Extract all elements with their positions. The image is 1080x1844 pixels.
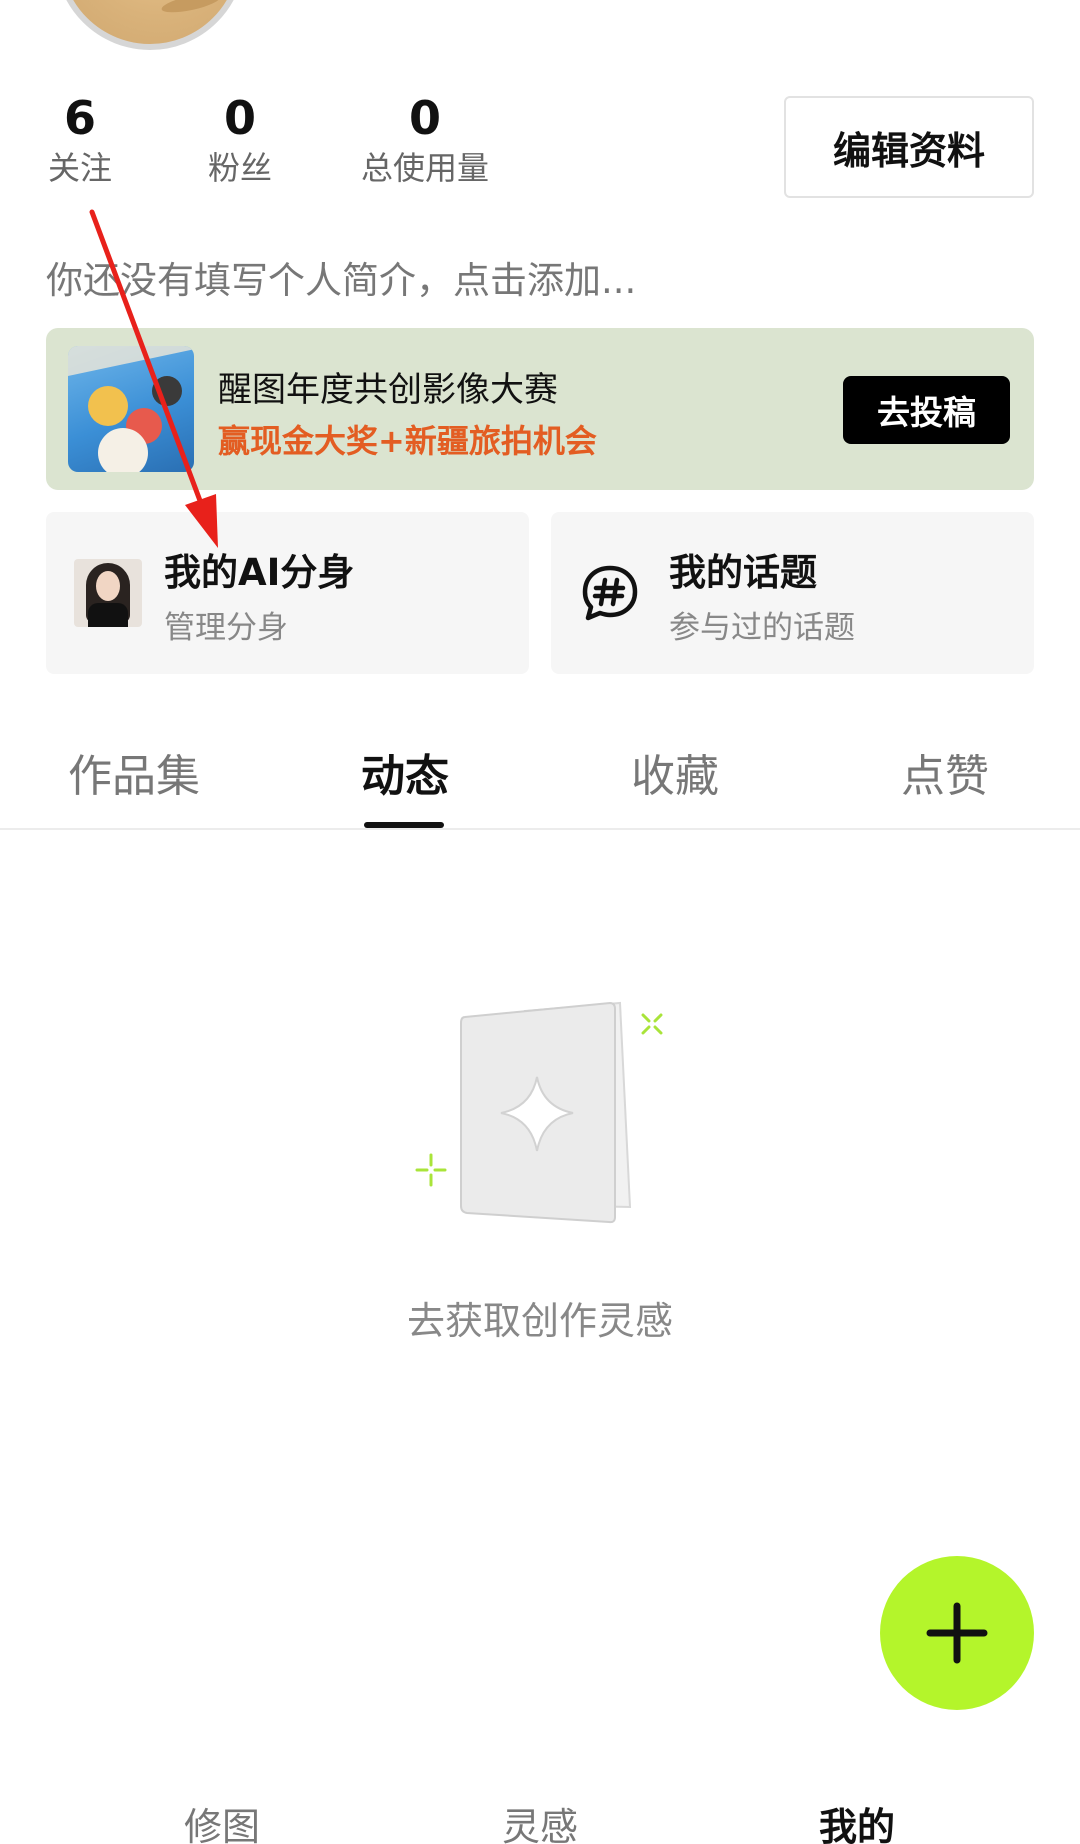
hashtag-bubble-icon [582, 565, 638, 621]
avatar-graphic [160, 0, 222, 17]
ai-avatar-subtitle: 管理分身 [164, 610, 288, 646]
tab-likes[interactable]: 点赞 [845, 740, 1045, 804]
profile-avatar[interactable] [55, 0, 245, 50]
stat-following-value: 6 [63, 91, 96, 145]
nav-edit[interactable]: 修图 [142, 1796, 302, 1844]
edit-profile-button[interactable]: 编辑资料 [784, 96, 1034, 198]
bio-placeholder[interactable]: 你还没有填写个人简介，点击添加... [46, 250, 636, 304]
banner-subtitle: 赢现金大奖+新疆旅拍机会 [218, 422, 597, 460]
tab-favorites[interactable]: 收藏 [575, 740, 775, 804]
content-tabs: 作品集 动态 收藏 点赞 [0, 730, 1080, 830]
stat-usage-label: 总使用量 [360, 149, 489, 187]
stat-total-usage[interactable]: 0 总使用量 [355, 92, 495, 188]
empty-state-text[interactable]: 去获取创作灵感 [0, 1290, 1080, 1345]
banner-thumbnail [68, 346, 194, 472]
contest-banner[interactable]: 醒图年度共创影像大赛 赢现金大奖+新疆旅拍机会 去投稿 [46, 328, 1034, 490]
stat-fans-label: 粉丝 [207, 149, 272, 187]
bottom-navigation: 修图 灵感 我的 [0, 1790, 1080, 1844]
ai-avatar-portrait [74, 559, 142, 627]
nav-mine[interactable]: 我的 [777, 1796, 937, 1844]
tab-dynamic[interactable]: 动态 [305, 740, 505, 804]
stat-following[interactable]: 6 关注 [40, 92, 120, 188]
create-fab-button[interactable] [880, 1556, 1034, 1710]
active-tab-indicator [364, 822, 444, 828]
nav-inspiration[interactable]: 灵感 [460, 1796, 620, 1844]
my-topics-subtitle: 参与过的话题 [669, 610, 855, 646]
plus-icon [926, 1602, 988, 1664]
banner-title: 醒图年度共创影像大赛 [218, 370, 558, 410]
stat-following-label: 关注 [47, 149, 112, 187]
ai-avatar-title: 我的AI分身 [164, 551, 355, 594]
stat-fans[interactable]: 0 粉丝 [200, 92, 280, 188]
tab-works[interactable]: 作品集 [34, 740, 234, 804]
my-topics-title: 我的话题 [669, 551, 817, 594]
ai-avatar-card[interactable]: 我的AI分身 管理分身 [46, 512, 529, 674]
stat-fans-value: 0 [223, 91, 256, 145]
stat-usage-value: 0 [408, 91, 441, 145]
empty-state-illustration [415, 1001, 663, 1224]
submit-button[interactable]: 去投稿 [843, 376, 1010, 444]
my-topics-card[interactable]: 我的话题 参与过的话题 [551, 512, 1034, 674]
